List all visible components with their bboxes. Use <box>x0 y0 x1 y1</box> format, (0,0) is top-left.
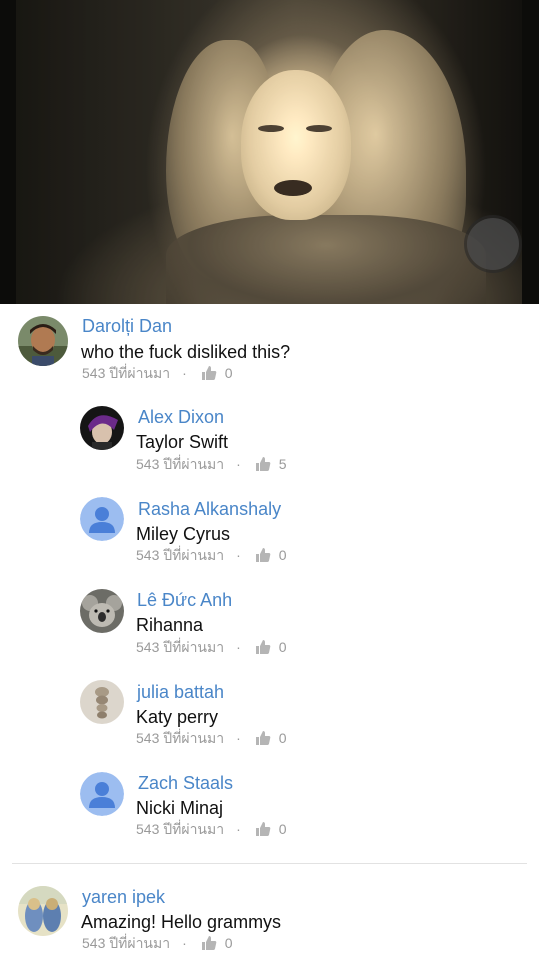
thumbs-up-icon[interactable] <box>255 547 271 563</box>
video-figure-eye <box>306 125 332 132</box>
photo-avatar-braid <box>80 680 124 724</box>
avatar[interactable] <box>18 316 68 366</box>
photo-avatar-group <box>18 886 68 936</box>
thumbs-up-icon[interactable] <box>201 365 217 381</box>
avatar[interactable] <box>80 589 124 633</box>
thumbs-up-icon[interactable] <box>255 639 271 655</box>
avatar[interactable] <box>80 772 124 816</box>
comment-meta: 543 ปีที่ผ่านมา · 0 <box>136 729 287 747</box>
meta-separator: · <box>182 365 187 381</box>
thumbs-up-icon[interactable] <box>255 456 271 472</box>
comment-meta: 543 ปีที่ผ่านมา · 0 <box>82 364 233 382</box>
comment-timestamp: 543 ปีที่ผ่านมา <box>136 547 225 563</box>
photo-avatar-koala <box>80 589 124 633</box>
video-player[interactable] <box>0 0 539 304</box>
comment-meta: 543 ปีที่ผ่านมา · 0 <box>136 638 287 656</box>
like-count: 0 <box>278 547 287 563</box>
comment-text: Amazing! Hello grammys <box>81 912 282 932</box>
comment-timestamp: 543 ปีที่ผ่านมา <box>136 639 225 655</box>
comment-author-link[interactable]: Rasha Alkanshaly <box>138 498 281 520</box>
like-count: 0 <box>224 935 233 951</box>
comment-timestamp: 543 ปีที่ผ่านมา <box>82 365 171 381</box>
avatar[interactable] <box>80 497 124 541</box>
default-user-avatar <box>80 497 124 541</box>
comment-text: Nicki Minaj <box>136 798 224 818</box>
video-figure-coat <box>166 215 486 304</box>
like-count: 0 <box>278 821 287 837</box>
photo-avatar-man <box>18 316 68 366</box>
comment-author-link[interactable]: Zach Staals <box>138 772 233 794</box>
comment-timestamp: 543 ปีที่ผ่านมา <box>82 935 171 951</box>
meta-separator: · <box>236 456 241 472</box>
comment-timestamp: 543 ปีที่ผ่านมา <box>136 821 225 837</box>
like-count: 0 <box>278 730 287 746</box>
comment-meta: 543 ปีที่ผ่านมา · 0 <box>136 546 287 564</box>
comment-meta: 543 ปีที่ผ่านมา · 5 <box>136 455 287 473</box>
comment-text: Miley Cyrus <box>136 524 231 544</box>
like-count: 5 <box>278 456 287 472</box>
meta-separator: · <box>236 821 241 837</box>
comment-author-link[interactable]: Lê Đức Anh <box>137 589 232 611</box>
video-frame <box>16 0 522 304</box>
photo-avatar-dark <box>80 406 124 450</box>
comment-text: Rihanna <box>136 615 204 635</box>
comment-timestamp: 543 ปีที่ผ่านมา <box>136 730 225 746</box>
thumbs-up-icon[interactable] <box>255 821 271 837</box>
meta-separator: · <box>236 639 241 655</box>
video-figure-eye <box>258 125 284 132</box>
comment-author-link[interactable]: Darolți Dan <box>82 315 172 337</box>
avatar[interactable] <box>80 680 124 724</box>
comment-text: Katy perry <box>136 707 219 727</box>
like-count: 0 <box>224 365 233 381</box>
circle-button-icon[interactable] <box>467 218 519 270</box>
comment-meta: 543 ปีที่ผ่านมา · 0 <box>82 934 233 952</box>
thumbs-up-icon[interactable] <box>201 935 217 951</box>
default-user-avatar <box>80 772 124 816</box>
comment-author-link[interactable]: Alex Dixon <box>138 406 224 428</box>
thread-divider <box>12 863 527 864</box>
video-figure-mouth <box>274 180 312 196</box>
comment-text: who the fuck disliked this? <box>81 342 291 362</box>
meta-separator: · <box>236 547 241 563</box>
comment-timestamp: 543 ปีที่ผ่านมา <box>136 456 225 472</box>
thumbs-up-icon[interactable] <box>255 730 271 746</box>
avatar[interactable] <box>18 886 68 936</box>
like-count: 0 <box>278 639 287 655</box>
meta-separator: · <box>236 730 241 746</box>
comment-author-link[interactable]: yaren ipek <box>82 886 165 908</box>
comment-meta: 543 ปีที่ผ่านมา · 0 <box>136 820 287 838</box>
meta-separator: · <box>182 935 187 951</box>
comment-author-link[interactable]: julia battah <box>137 681 224 703</box>
video-figure-face <box>241 70 351 220</box>
comment-text: Taylor Swift <box>136 432 229 452</box>
avatar[interactable] <box>80 406 124 450</box>
